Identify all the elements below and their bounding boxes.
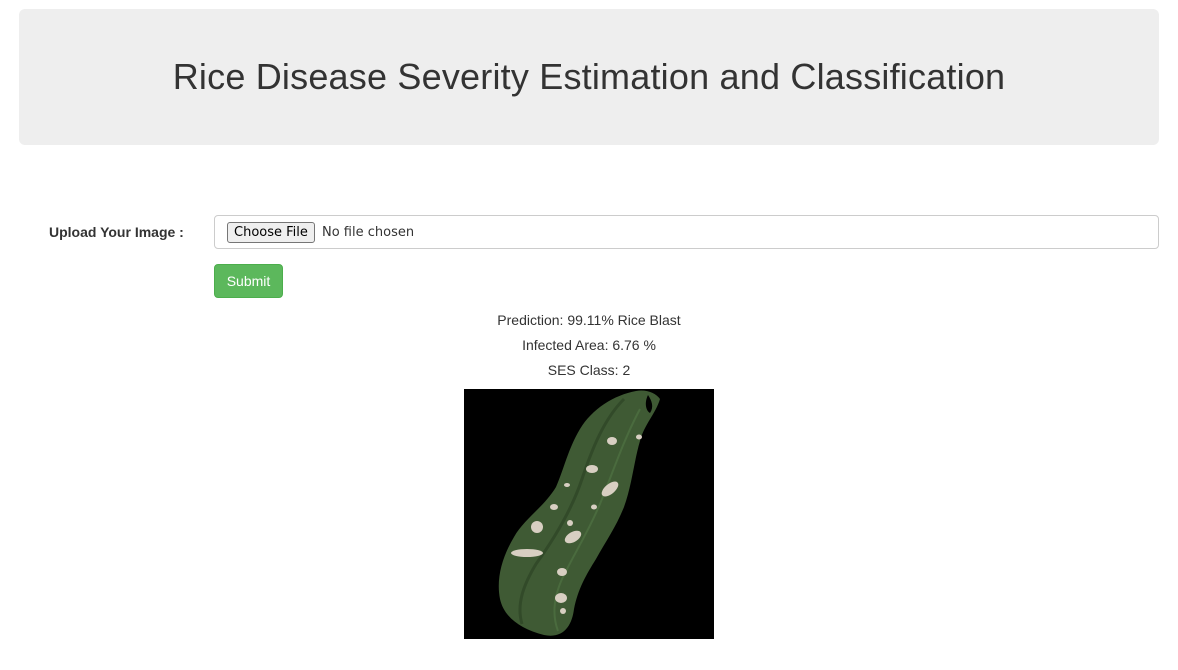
- ses-class-text: SES Class: 2: [547, 362, 631, 378]
- choose-file-button[interactable]: Choose File: [227, 222, 315, 243]
- page-title: Rice Disease Severity Estimation and Cla…: [172, 56, 1006, 97]
- upload-label: Upload Your Image :: [49, 224, 184, 240]
- prediction-text: Prediction: 99.11% Rice Blast: [497, 312, 681, 328]
- file-input[interactable]: Choose File No file chosen: [214, 215, 1159, 249]
- leaf-illustration: [464, 389, 714, 639]
- header-banner: Rice Disease Severity Estimation and Cla…: [19, 9, 1159, 145]
- file-status-text: No file chosen: [322, 225, 415, 240]
- submit-button[interactable]: Submit: [214, 264, 283, 298]
- result-leaf-image: [464, 389, 714, 639]
- infected-area-text: Infected Area: 6.76 %: [522, 337, 656, 353]
